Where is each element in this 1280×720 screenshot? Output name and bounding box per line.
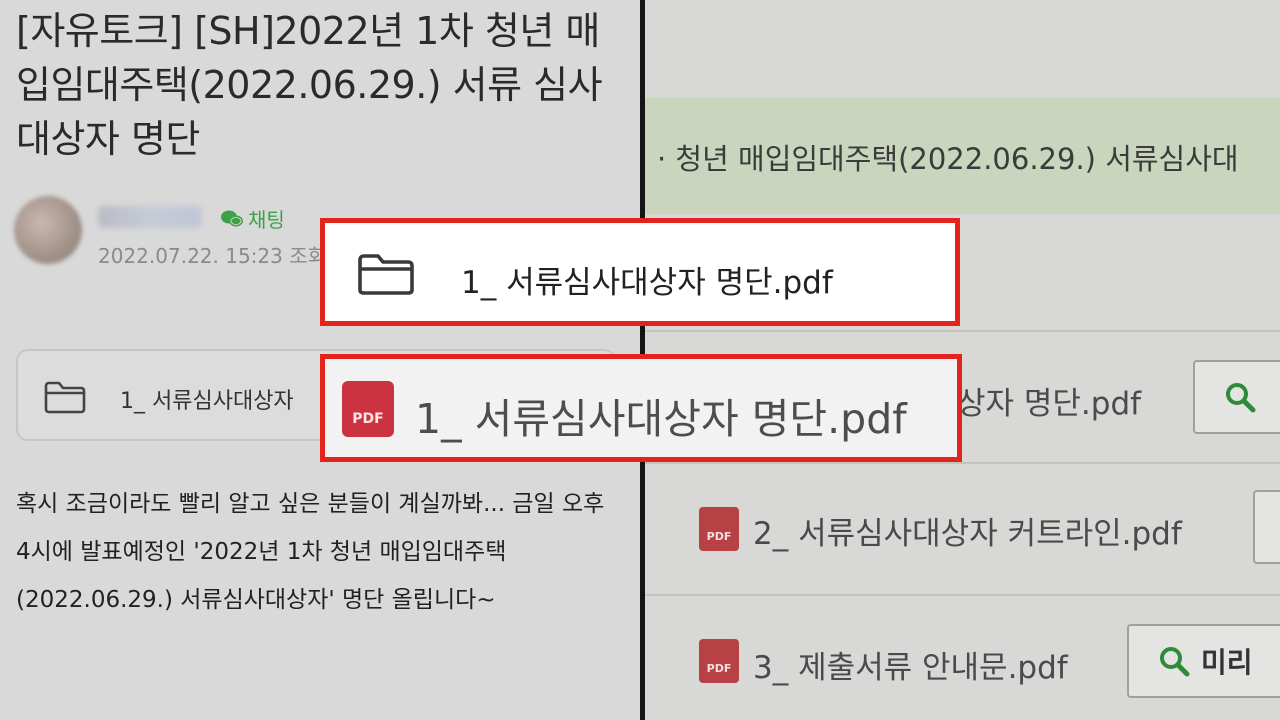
file-item-1[interactable]: 상자 명단.pdf bbox=[957, 378, 1141, 423]
chat-button[interactable]: 채팅 bbox=[220, 204, 285, 233]
highlight-pdf-filename: 1_ 서류심사대상자 명단.pdf bbox=[415, 395, 907, 443]
file-item-3[interactable]: 3_ 제출서류 안내문.pdf bbox=[753, 642, 1068, 687]
post-body: 혹시 조금이라도 빨리 알고 싶은 분들이 계실까봐... 금일 오후 4시에 … bbox=[16, 491, 605, 613]
author-name-blurred bbox=[98, 206, 202, 228]
preview-button-3[interactable]: 미리 bbox=[1127, 624, 1280, 698]
highlight-folder-file[interactable]: 1_ 서류심사대상자 명단.pdf bbox=[320, 218, 960, 326]
highlight-folder-filename: 1_ 서류심사대상자 명단.pdf bbox=[461, 265, 833, 301]
chat-bubble-icon bbox=[221, 210, 243, 226]
search-icon bbox=[1160, 647, 1190, 677]
folder-icon bbox=[358, 254, 414, 295]
file-list-title: · 청년 매입임대주택(2022.06.29.) 서류심사대 bbox=[657, 142, 1239, 176]
folder-icon bbox=[44, 381, 86, 414]
preview-button-1[interactable] bbox=[1193, 360, 1280, 434]
highlight-pdf-file[interactable]: PDF 1_ 서류심사대상자 명단.pdf bbox=[320, 354, 962, 462]
post-title: [자유토크] [SH]2022년 1차 청년 매입임대주택(2022.06.29… bbox=[16, 9, 603, 161]
pdf-icon: PDF bbox=[342, 381, 394, 437]
chat-label: 채팅 bbox=[248, 208, 285, 232]
preview-button-label: 미리 bbox=[1201, 646, 1253, 679]
post-meta: 2022.07.22. 15:23 조회 bbox=[98, 244, 327, 268]
attachment-name: 1_ 서류심사대상자 bbox=[120, 389, 294, 414]
row-divider bbox=[645, 330, 1280, 332]
row-divider bbox=[645, 594, 1280, 596]
pdf-icon: PDF bbox=[699, 639, 739, 683]
search-icon bbox=[1226, 383, 1256, 413]
row-divider bbox=[645, 462, 1280, 464]
pdf-icon: PDF bbox=[699, 507, 739, 551]
file-item-2[interactable]: 2_ 서류심사대상자 커트라인.pdf bbox=[753, 508, 1182, 553]
author-avatar bbox=[14, 196, 82, 264]
preview-button-2[interactable] bbox=[1253, 490, 1280, 564]
